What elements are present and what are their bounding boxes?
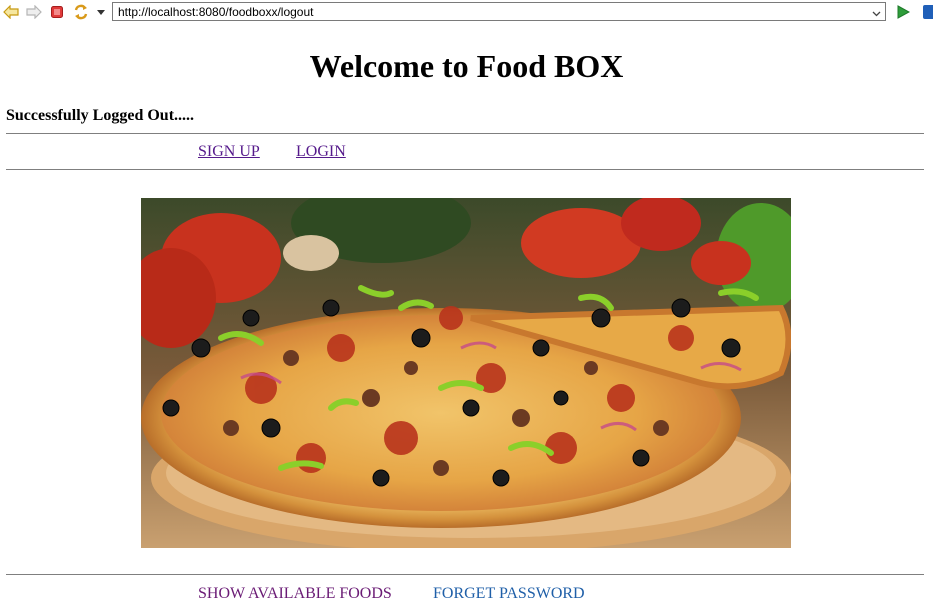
extension-icon[interactable] xyxy=(923,5,933,19)
page-title: Welcome to Food BOX xyxy=(309,48,624,84)
dropdown-arrow-icon[interactable] xyxy=(93,4,109,20)
pizza-image xyxy=(141,198,791,548)
forget-password-link[interactable]: FORGET PASSWORD xyxy=(433,585,585,603)
back-arrow-icon[interactable] xyxy=(3,4,19,20)
login-link[interactable]: LOGIN xyxy=(296,143,346,161)
signup-link[interactable]: SIGN UP xyxy=(198,143,260,161)
browser-toolbar: http://localhost:8080/foodboxx/logout xyxy=(0,0,933,25)
stop-icon[interactable] xyxy=(49,4,65,20)
divider-nav xyxy=(6,169,924,170)
chevron-down-icon[interactable] xyxy=(871,6,882,17)
refresh-icon[interactable] xyxy=(73,4,89,20)
go-play-icon[interactable] xyxy=(896,5,911,19)
divider-bottom xyxy=(6,574,924,575)
divider-top xyxy=(6,133,924,134)
logout-status-message: Successfully Logged Out..... xyxy=(6,107,195,124)
url-input[interactable]: http://localhost:8080/foodboxx/logout xyxy=(112,2,886,21)
show-available-foods-link[interactable]: SHOW AVAILABLE FOODS xyxy=(198,585,392,603)
forward-arrow-icon[interactable] xyxy=(26,4,42,20)
url-text[interactable]: http://localhost:8080/foodboxx/logout xyxy=(118,5,313,19)
